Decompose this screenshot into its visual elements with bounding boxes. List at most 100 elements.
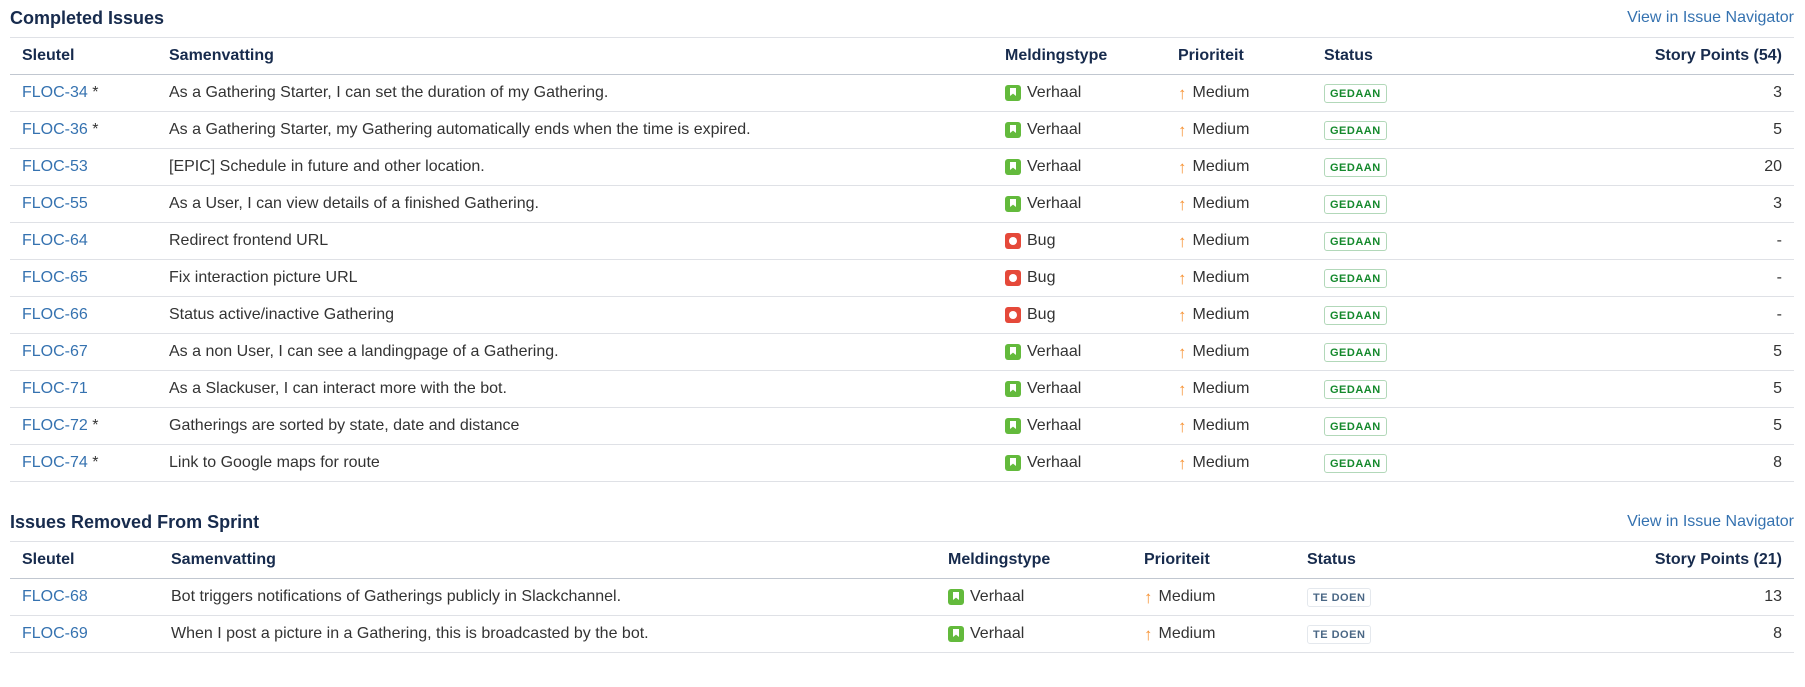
col-header-summary[interactable]: Samenvatting: [159, 541, 936, 579]
issue-priority-label: Medium: [1192, 380, 1250, 397]
issue-key-link[interactable]: FLOC-65: [22, 269, 88, 286]
story-points: 3: [1440, 185, 1794, 223]
issue-priority-label: Medium: [1158, 625, 1216, 642]
issue-priority-label: Medium: [1192, 454, 1250, 471]
issue-type: Verhaal: [948, 588, 1132, 606]
issue-priority: ↑ Medium: [1178, 343, 1312, 361]
issue-key-link[interactable]: FLOC-72: [22, 417, 88, 434]
issue-type-label: Verhaal: [1027, 454, 1082, 471]
issue-priority: ↑ Medium: [1178, 158, 1312, 176]
issue-summary: When I post a picture in a Gathering, th…: [159, 615, 936, 653]
issue-priority: ↑ Medium: [1144, 625, 1295, 643]
status-badge: GEDAAN: [1324, 120, 1387, 140]
issue-summary: Gatherings are sorted by state, date and…: [157, 407, 993, 445]
issue-key-link[interactable]: FLOC-55: [22, 195, 88, 212]
table-row: FLOC-64 Redirect frontend URL Bug ↑ Medium GE…: [10, 222, 1794, 260]
priority-arrow-up-icon: ↑: [1178, 231, 1187, 251]
removed-section-header: Issues Removed From Sprint View in Issue…: [10, 504, 1794, 540]
table-row: FLOC-69 When I post a picture in a Gather…: [10, 615, 1794, 653]
issue-priority-label: Medium: [1192, 306, 1250, 323]
issue-key-link[interactable]: FLOC-36: [22, 121, 88, 138]
issue-key-link[interactable]: FLOC-64: [22, 232, 88, 249]
priority-arrow-up-icon: ↑: [1178, 453, 1187, 473]
story-points: 20: [1440, 148, 1794, 186]
col-header-points[interactable]: Story Points (21): [1429, 541, 1794, 579]
issue-key-link[interactable]: FLOC-69: [22, 625, 88, 642]
added-after-start-marker: *: [87, 121, 99, 138]
story-points: 5: [1440, 333, 1794, 371]
issue-type-label: Bug: [1027, 232, 1056, 249]
table-row: FLOC-68 Bot triggers notifications of Gat…: [10, 578, 1794, 616]
priority-arrow-up-icon: ↑: [1178, 194, 1187, 214]
issue-key-cell: FLOC-72 *: [10, 407, 157, 445]
story-points: 5: [1440, 111, 1794, 149]
removed-view-navigator-link[interactable]: View in Issue Navigator: [1627, 513, 1794, 531]
issue-summary: Bot triggers notifications of Gatherings…: [159, 578, 936, 616]
issue-key-link[interactable]: FLOC-68: [22, 588, 88, 605]
story-points: 8: [1429, 615, 1794, 653]
table-row: FLOC-66 Status active/inactive Gathering B…: [10, 296, 1794, 334]
col-header-key[interactable]: Sleutel: [10, 37, 157, 75]
bug-icon: [1005, 233, 1021, 249]
story-icon: [1005, 344, 1021, 360]
table-row: FLOC-55 As a User, I can view details of …: [10, 185, 1794, 223]
col-header-type[interactable]: Meldingstype: [936, 541, 1132, 579]
status-badge: GEDAAN: [1324, 416, 1387, 436]
col-header-key[interactable]: Sleutel: [10, 541, 159, 579]
issue-key-cell: FLOC-65: [10, 259, 157, 297]
priority-arrow-up-icon: ↑: [1178, 157, 1187, 177]
issue-priority: ↑ Medium: [1178, 269, 1312, 287]
issue-type-label: Verhaal: [1027, 380, 1082, 397]
priority-arrow-up-icon: ↑: [1144, 587, 1153, 607]
issue-key-link[interactable]: FLOC-66: [22, 306, 88, 323]
col-header-points[interactable]: Story Points (54): [1440, 37, 1794, 75]
issue-key-cell: FLOC-64: [10, 222, 157, 260]
issue-type: Verhaal: [1005, 380, 1166, 398]
issue-priority: ↑ Medium: [1178, 454, 1312, 472]
priority-arrow-up-icon: ↑: [1178, 416, 1187, 436]
issue-type-label: Verhaal: [1027, 84, 1082, 101]
removed-issues-table: Sleutel Samenvatting Meldingstype Priori…: [10, 541, 1794, 653]
removed-header-row: Sleutel Samenvatting Meldingstype Priori…: [10, 541, 1794, 579]
priority-arrow-up-icon: ↑: [1178, 268, 1187, 288]
issue-key-cell: FLOC-67: [10, 333, 157, 371]
story-icon: [1005, 418, 1021, 434]
status-badge: GEDAAN: [1324, 231, 1387, 251]
completed-header-row: Sleutel Samenvatting Meldingstype Priori…: [10, 37, 1794, 75]
issue-key-cell: FLOC-55: [10, 185, 157, 223]
issue-key-cell: FLOC-34 *: [10, 74, 157, 112]
issue-key-link[interactable]: FLOC-34: [22, 84, 88, 101]
status-badge: GEDAAN: [1324, 157, 1387, 177]
status-badge: GEDAAN: [1324, 305, 1387, 325]
story-points: -: [1440, 222, 1794, 260]
table-row: FLOC-34 * As a Gathering Starter, I can s…: [10, 74, 1794, 112]
col-header-type[interactable]: Meldingstype: [993, 37, 1166, 75]
story-points: 5: [1440, 407, 1794, 445]
issue-key-link[interactable]: FLOC-74: [22, 454, 88, 471]
col-header-summary[interactable]: Samenvatting: [157, 37, 993, 75]
added-after-start-marker: *: [87, 417, 99, 434]
issue-key-link[interactable]: FLOC-53: [22, 158, 88, 175]
col-header-priority[interactable]: Prioriteit: [1132, 541, 1295, 579]
col-header-priority[interactable]: Prioriteit: [1166, 37, 1312, 75]
issue-key-link[interactable]: FLOC-67: [22, 343, 88, 360]
col-header-status[interactable]: Status: [1295, 541, 1429, 579]
added-after-start-marker: *: [87, 84, 99, 101]
issue-priority: ↑ Medium: [1178, 195, 1312, 213]
table-row: FLOC-36 * As a Gathering Starter, my Gath…: [10, 111, 1794, 149]
priority-arrow-up-icon: ↑: [1178, 379, 1187, 399]
issue-type: Verhaal: [1005, 454, 1166, 472]
issue-summary: Fix interaction picture URL: [157, 259, 993, 297]
issue-type: Bug: [1005, 269, 1166, 287]
issue-type: Verhaal: [1005, 84, 1166, 102]
col-header-status[interactable]: Status: [1312, 37, 1440, 75]
issue-summary: Status active/inactive Gathering: [157, 296, 993, 334]
issue-key-link[interactable]: FLOC-71: [22, 380, 88, 397]
issue-priority: ↑ Medium: [1178, 121, 1312, 139]
issue-priority: ↑ Medium: [1178, 84, 1312, 102]
completed-view-navigator-link[interactable]: View in Issue Navigator: [1627, 9, 1794, 27]
status-badge: GEDAAN: [1324, 453, 1387, 473]
completed-section-header: Completed Issues View in Issue Navigator: [10, 0, 1794, 36]
status-badge: GEDAAN: [1324, 194, 1387, 214]
story-points: -: [1440, 259, 1794, 297]
